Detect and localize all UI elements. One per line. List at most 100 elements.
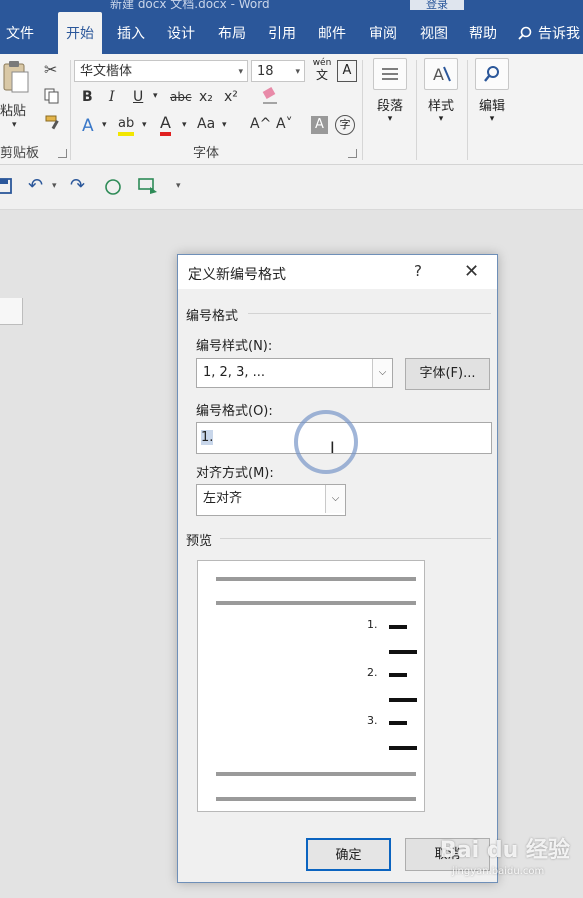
chevron-down-icon[interactable]: ▾ [142, 120, 147, 130]
shrink-font-button[interactable]: A˅ [276, 116, 293, 132]
italic-button[interactable]: I [109, 89, 115, 105]
chevron-down-icon[interactable]: ▾ [153, 91, 158, 101]
quick-access-toolbar: ↶ ▾ ↷ ▾ [0, 165, 583, 210]
editing-button[interactable]: 编辑 ▾ [470, 58, 514, 124]
group-divider [467, 60, 468, 160]
styles-icon: A [433, 65, 451, 84]
clear-formatting-icon[interactable] [260, 86, 280, 106]
font-name-value: 华文楷体 [80, 64, 133, 79]
subscript-button[interactable]: x₂ [199, 89, 213, 105]
paste-icon [3, 61, 29, 93]
font-name-combo[interactable]: 华文楷体 ▾ [74, 60, 248, 82]
grow-font-button[interactable]: A^ [250, 116, 271, 132]
paragraph-button[interactable]: 段落 ▾ [368, 58, 412, 124]
search-icon [518, 26, 532, 40]
chevron-down-icon[interactable]: ▾ [52, 181, 57, 191]
chevron-down-icon[interactable]: ▾ [102, 120, 107, 130]
strikethrough-button[interactable]: abc [170, 90, 192, 104]
page-corner [0, 298, 23, 325]
font-size-value: 18 [257, 64, 274, 79]
sign-in-button[interactable]: 登录 [410, 0, 464, 11]
alignment-label: 对齐方式(M): [196, 466, 274, 481]
font-color-button[interactable]: A [160, 114, 171, 136]
format-painter-icon[interactable] [44, 114, 62, 132]
tab-mailings[interactable]: 邮件 [318, 12, 346, 54]
group-divider [416, 60, 417, 160]
redo-icon[interactable]: ↷ [70, 175, 85, 196]
preview-line [216, 577, 416, 581]
ribbon: 粘贴 ▾ ✂ 剪贴板 华文楷体 ▾ 18 ▾ wén 文 A B I U ▾ a… [0, 54, 583, 165]
preview-line [216, 797, 416, 801]
cut-icon[interactable]: ✂ [44, 60, 57, 79]
preview-bar [389, 650, 417, 654]
circle-shape-icon[interactable] [104, 178, 122, 196]
font-size-combo[interactable]: 18 ▾ [251, 60, 305, 82]
preview-bar [389, 746, 417, 750]
chevron-down-icon: ▾ [387, 114, 393, 124]
phonetic-char: 文 [315, 68, 328, 82]
character-shading-button[interactable]: A [311, 116, 328, 134]
comment-icon[interactable] [138, 177, 158, 197]
paste-button[interactable] [0, 60, 32, 98]
ok-button[interactable]: 确定 [306, 838, 391, 871]
section-divider [220, 538, 491, 539]
define-number-format-dialog: 定义新编号格式 ? ✕ 编号格式 编号样式(N): 1, 2, 3, ... ⌵… [177, 254, 498, 883]
copy-icon[interactable] [44, 88, 60, 104]
watermark-logo: Bai du 经验 [440, 838, 570, 863]
customize-toolbar-icon[interactable]: ▾ [176, 181, 181, 191]
phonetic-pinyin: wén [312, 58, 332, 68]
enclose-characters-button[interactable]: 字 [335, 115, 355, 135]
tab-review[interactable]: 审阅 [369, 12, 397, 54]
paragraph-icon [382, 68, 398, 80]
save-icon[interactable] [0, 178, 12, 194]
undo-icon[interactable]: ↶ [28, 175, 43, 196]
tab-layout[interactable]: 布局 [218, 12, 246, 54]
preview-line [216, 772, 416, 776]
font-launcher-icon[interactable] [348, 149, 357, 158]
click-highlight-ring [294, 410, 358, 474]
section-divider [248, 313, 491, 314]
preview-line [216, 601, 416, 605]
chevron-down-icon: ▾ [295, 67, 300, 77]
change-case-button[interactable]: Aa [197, 116, 215, 132]
help-button[interactable]: ? [414, 262, 422, 280]
character-border-button[interactable]: A [337, 60, 357, 82]
tab-help[interactable]: 帮助 [469, 12, 497, 54]
chevron-down-icon[interactable]: ▾ [222, 120, 227, 130]
tab-references[interactable]: 引用 [268, 12, 296, 54]
clipboard-group-label: 剪贴板 [0, 146, 40, 161]
phonetic-guide-button[interactable]: wén 文 [311, 58, 333, 84]
text-effects-button[interactable]: A [82, 116, 94, 136]
bold-button[interactable]: B [82, 89, 93, 105]
chevron-down-icon[interactable]: ▾ [182, 120, 187, 130]
dialog-title-bar: 定义新编号格式 ? ✕ [178, 255, 497, 289]
tab-home[interactable]: 开始 [58, 12, 102, 54]
preview-bar [389, 625, 407, 629]
tab-insert[interactable]: 插入 [117, 12, 145, 54]
tab-file[interactable]: 文件 [6, 12, 34, 54]
preview-number: 3. [367, 714, 378, 727]
highlight-button[interactable]: ab [118, 116, 135, 136]
tab-view[interactable]: 视图 [420, 12, 448, 54]
svg-text:A: A [433, 65, 444, 84]
paragraph-label: 段落 [376, 99, 403, 114]
preview-box: 1. 2. 3. [197, 560, 425, 812]
close-icon[interactable]: ✕ [464, 261, 479, 282]
superscript-button[interactable]: x² [224, 89, 238, 105]
underline-button[interactable]: U [133, 89, 143, 105]
clipboard-launcher-icon[interactable] [58, 149, 67, 158]
preview-number: 1. [367, 618, 378, 631]
styles-button[interactable]: A 样式 ▾ [419, 58, 463, 124]
number-style-label: 编号样式(N): [196, 339, 273, 354]
alignment-select[interactable]: 左对齐 ⌵ [196, 484, 346, 516]
font-button[interactable]: 字体(F)... [405, 358, 490, 390]
number-style-select[interactable]: 1, 2, 3, ... ⌵ [196, 358, 393, 388]
paste-dropdown-icon[interactable]: ▾ [12, 120, 17, 130]
tell-me-label: 告诉我 [538, 26, 580, 42]
ribbon-tabs: 文件 开始 插入 设计 布局 引用 邮件 审阅 视图 帮助 告诉我 [0, 12, 583, 54]
tab-design[interactable]: 设计 [167, 12, 195, 54]
paste-label[interactable]: 粘贴 [0, 100, 26, 119]
chevron-down-icon: ▾ [438, 114, 444, 124]
tell-me-box[interactable]: 告诉我 [518, 12, 580, 54]
group-divider [70, 60, 71, 160]
